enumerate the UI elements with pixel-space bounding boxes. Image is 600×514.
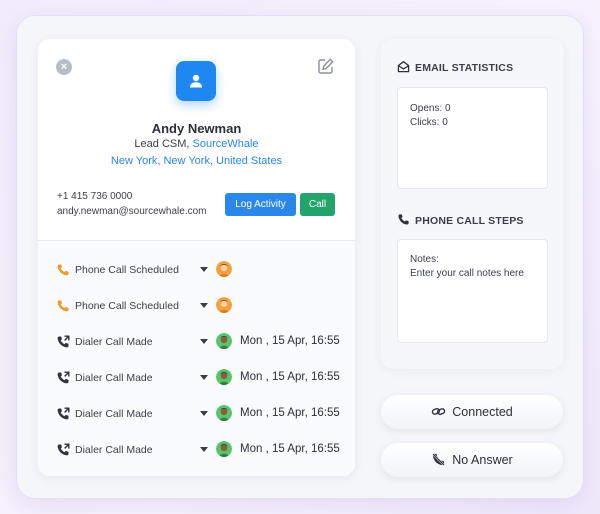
activity-row[interactable]: Dialer Call Made Mon , 15 Apr, 16:55 — [38, 331, 355, 353]
chevron-down-icon[interactable] — [200, 303, 208, 308]
contact-name: Andy Newman — [151, 121, 242, 136]
contact-avatar — [176, 61, 216, 101]
activity-label: Phone Call Scheduled — [75, 300, 179, 312]
activity-label: Dialer Call Made — [75, 372, 153, 384]
phone-missed-icon — [432, 453, 446, 466]
phone-icon — [398, 214, 409, 225]
log-activity-button[interactable]: Log Activity — [225, 193, 296, 216]
edit-icon[interactable] — [317, 57, 335, 75]
phone-outgoing-icon — [57, 407, 70, 420]
contact-email: andy.newman@sourcewhale.com — [57, 206, 207, 217]
phone-call-steps-heading: PHONE CALL STEPS — [397, 213, 524, 227]
activity-date: Mon , 15 Apr, 16:55 — [240, 335, 340, 347]
phone-outgoing-icon — [57, 443, 70, 456]
avatar-green — [216, 369, 232, 385]
activity-label: Dialer Call Made — [75, 408, 153, 420]
activity-row[interactable]: Dialer Call Made Mon , 15 Apr, 16:55 — [38, 439, 355, 461]
notes-placeholder: Enter your call notes here — [410, 268, 524, 279]
avatar-orange — [216, 261, 232, 277]
close-icon[interactable]: × — [56, 59, 72, 75]
clicks-stat: Clicks: 0 — [410, 117, 448, 128]
activity-row[interactable]: Phone Call Scheduled — [38, 295, 355, 317]
activity-label: Phone Call Scheduled — [75, 264, 179, 276]
activity-date: Mon , 15 Apr, 16:55 — [240, 443, 340, 455]
call-button[interactable]: Call — [300, 193, 335, 216]
contact-card: × Andy Newman Lead CSM, SourceWhale New … — [38, 39, 355, 476]
activity-label: Dialer Call Made — [75, 336, 153, 348]
phone-icon — [57, 300, 69, 312]
opens-stat: Opens: 0 — [410, 103, 451, 114]
notes-label: Notes: — [410, 254, 439, 265]
activity-date: Mon , 15 Apr, 16:55 — [240, 371, 340, 383]
avatar-green — [216, 441, 232, 457]
chevron-down-icon[interactable] — [200, 375, 208, 380]
avatar-green — [216, 333, 232, 349]
chevron-down-icon[interactable] — [200, 411, 208, 416]
user-icon — [190, 74, 202, 88]
avatar-green — [216, 405, 232, 421]
phone-icon — [57, 264, 69, 276]
chevron-down-icon[interactable] — [200, 267, 208, 272]
phone-outgoing-icon — [57, 371, 70, 384]
contact-title: Lead CSM, — [134, 138, 190, 150]
contact-title-line: Lead CSM, SourceWhale — [38, 138, 355, 150]
chevron-down-icon[interactable] — [200, 339, 208, 344]
phone-outgoing-icon — [57, 335, 70, 348]
email-statistics-heading: EMAIL STATISTICS — [397, 60, 513, 74]
activity-row[interactable]: Dialer Call Made Mon , 15 Apr, 16:55 — [38, 403, 355, 425]
activity-date: Mon , 15 Apr, 16:55 — [240, 407, 340, 419]
email-stats-box: Opens: 0 Clicks: 0 — [397, 87, 548, 189]
activity-list: Phone Call Scheduled Phone Call Schedule… — [38, 241, 355, 476]
link-icon — [432, 407, 446, 416]
chevron-down-icon[interactable] — [200, 447, 208, 452]
activity-row[interactable]: Phone Call Scheduled — [38, 259, 355, 281]
contact-phone: +1 415 736 0000 — [57, 191, 133, 202]
envelope-open-icon — [397, 61, 410, 73]
contact-company-link[interactable]: SourceWhale — [193, 138, 259, 150]
contact-location-link[interactable]: New York, New York, United States — [38, 155, 355, 167]
connected-button[interactable]: Connected — [381, 395, 563, 429]
avatar-orange — [216, 297, 232, 313]
call-notes-field[interactable]: Notes: Enter your call notes here — [397, 239, 548, 343]
no-answer-button[interactable]: No Answer — [381, 443, 563, 477]
activity-row[interactable]: Dialer Call Made Mon , 15 Apr, 16:55 — [38, 367, 355, 389]
activity-label: Dialer Call Made — [75, 444, 153, 456]
details-panel: EMAIL STATISTICS Opens: 0 Clicks: 0 PHON… — [381, 39, 564, 369]
